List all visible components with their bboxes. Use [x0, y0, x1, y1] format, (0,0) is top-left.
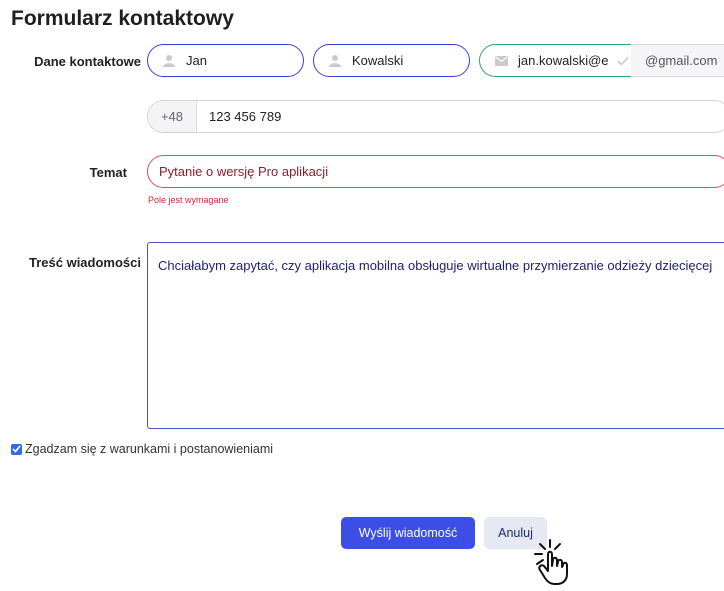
message-textarea[interactable]: Chciałabym zapytać, czy aplikacja mobiln… [147, 242, 724, 429]
email-input[interactable]: jan.kowalski@e [479, 44, 632, 77]
phone-field[interactable]: +48 123 456 789 [147, 100, 724, 133]
phone-prefix: +48 [148, 101, 197, 132]
subject-error-message: Pole jest wymagane [148, 195, 229, 205]
terms-checkbox[interactable] [11, 443, 22, 455]
phone-number-value: 123 456 789 [209, 109, 282, 124]
contact-label: Dane kontaktowe [34, 54, 141, 69]
person-icon [324, 54, 346, 67]
mail-icon [490, 55, 512, 66]
message-label: Treść wiadomości [29, 255, 141, 270]
page-title: Formularz kontaktowy [11, 7, 234, 30]
terms-row[interactable]: Zgadzam się z warunkami i postanowieniam… [11, 442, 273, 456]
first-name-input[interactable]: Jan [147, 44, 304, 77]
last-name-input[interactable]: Kowalski [313, 44, 470, 77]
subject-input[interactable]: Pytanie o wersję Pro aplikacji [147, 155, 724, 188]
email-field-group: jan.kowalski@e @gmail.com [479, 44, 724, 77]
email-domain-addon: @gmail.com [631, 44, 724, 77]
last-name-value: Kowalski [352, 53, 404, 68]
check-icon [616, 56, 629, 66]
hand-pointer-icon [532, 538, 592, 591]
subject-label: Temat [89, 165, 127, 180]
send-button[interactable]: Wyślij wiadomość [341, 517, 475, 549]
first-name-value: Jan [186, 53, 207, 68]
person-icon [158, 54, 180, 67]
email-local-value: jan.kowalski@e [518, 53, 609, 68]
terms-label: Zgadzam się z warunkami i postanowieniam… [25, 442, 274, 456]
